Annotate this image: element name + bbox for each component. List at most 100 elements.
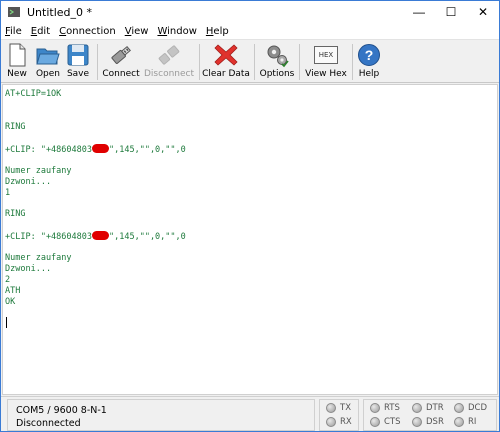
folder-open-icon bbox=[36, 48, 60, 65]
maximize-button[interactable]: ☐ bbox=[435, 1, 467, 23]
minimize-button[interactable]: — bbox=[403, 1, 435, 23]
terminal-line: 1 bbox=[5, 188, 11, 198]
terminal-output[interactable]: AT+CLIP=1OK RING +CLIP: "+48604803 ",145,… bbox=[2, 84, 498, 395]
cts-label: CTS bbox=[384, 417, 401, 427]
cts-led-icon bbox=[370, 417, 380, 427]
title-bar[interactable]: Untitled_0 * — ☐ ✕ bbox=[1, 1, 499, 23]
dcd-label: DCD bbox=[468, 403, 488, 413]
clear-data-button[interactable]: Clear Data bbox=[202, 42, 250, 82]
view-hex-button[interactable]: HEX View Hex bbox=[305, 42, 347, 82]
rts-indicator: RTS bbox=[370, 403, 400, 413]
terminal-line: Dzwoni... bbox=[5, 264, 52, 274]
terminal-line: RING bbox=[5, 209, 26, 219]
hex-icon-box: HEX bbox=[314, 46, 338, 64]
text-caret bbox=[6, 317, 7, 328]
terminal-line: +CLIP: "+48604803 ",145,"",0,"",0 bbox=[5, 144, 186, 155]
terminal-line: Numer zaufany bbox=[5, 253, 72, 263]
dsr-label: DSR bbox=[426, 417, 444, 427]
terminal-line: 2 bbox=[5, 275, 11, 285]
clear-data-label: Clear Data bbox=[202, 69, 250, 79]
dtr-label: DTR bbox=[426, 403, 444, 413]
status-bar: COM5 / 9600 8-N-1 Disconnected TX RX RTS… bbox=[1, 396, 499, 431]
rx-indicator: RX bbox=[326, 417, 352, 427]
ri-indicator: RI bbox=[454, 417, 476, 427]
gear-options-icon bbox=[267, 45, 289, 68]
terminal-line: RING bbox=[5, 122, 26, 132]
terminal-line: Dzwoni... bbox=[5, 177, 52, 187]
close-button[interactable]: ✕ bbox=[467, 1, 499, 23]
toolbar-separator bbox=[199, 44, 200, 80]
tx-led-icon bbox=[326, 403, 336, 413]
plug-connect-icon bbox=[111, 45, 131, 64]
tx-label: TX bbox=[340, 403, 352, 413]
new-button[interactable]: New bbox=[5, 42, 29, 82]
floppy-save-icon bbox=[67, 44, 89, 66]
menu-help[interactable]: Help bbox=[206, 26, 229, 37]
save-label: Save bbox=[66, 69, 90, 79]
terminal-line: ATH bbox=[5, 286, 21, 296]
rx-label: RX bbox=[340, 417, 352, 427]
connect-label: Connect bbox=[102, 69, 140, 79]
terminal-line: +CLIP: "+48604803 ",145,"",0,"",0 bbox=[5, 231, 186, 242]
options-label: Options bbox=[259, 69, 295, 79]
dcd-led-icon bbox=[454, 403, 464, 413]
dsr-led-icon bbox=[412, 417, 422, 427]
toolbar-separator bbox=[299, 44, 300, 80]
disconnect-label: Disconnect bbox=[144, 69, 194, 79]
menu-connection-label: onnection bbox=[66, 25, 116, 37]
menu-window[interactable]: Window bbox=[157, 26, 196, 37]
menu-edit[interactable]: Edit bbox=[31, 26, 50, 37]
clip-prefix: +CLIP: "+48604803 bbox=[5, 232, 92, 242]
ri-label: RI bbox=[468, 417, 477, 427]
port-settings-text: COM5 / 9600 8-N-1 bbox=[16, 405, 107, 416]
app-window: Untitled_0 * — ☐ ✕ File Edit Connection … bbox=[0, 0, 500, 432]
cts-indicator: CTS bbox=[370, 417, 401, 427]
connect-button[interactable]: Connect bbox=[102, 42, 140, 82]
menu-edit-label: dit bbox=[37, 25, 51, 37]
hex-icon: HEX bbox=[313, 42, 339, 68]
tx-rx-signal-group: TX RX bbox=[319, 399, 359, 431]
plug-disconnect-icon bbox=[158, 45, 180, 65]
help-button[interactable]: ? Help bbox=[356, 42, 382, 82]
redacted-digits bbox=[92, 144, 109, 153]
open-label: Open bbox=[35, 69, 61, 79]
window-title: Untitled_0 * bbox=[27, 5, 93, 19]
open-button[interactable]: Open bbox=[34, 42, 62, 82]
redacted-digits bbox=[92, 231, 109, 240]
rts-led-icon bbox=[370, 403, 380, 413]
menu-window-label: indow bbox=[167, 25, 197, 37]
toolbar-separator bbox=[352, 44, 353, 80]
menu-connection[interactable]: Connection bbox=[59, 26, 116, 37]
toolbar-separator bbox=[97, 44, 98, 80]
clear-x-icon bbox=[214, 44, 238, 66]
clip-prefix: +CLIP: "+48604803 bbox=[5, 145, 92, 155]
connection-status-panel: COM5 / 9600 8-N-1 Disconnected bbox=[7, 399, 315, 431]
disconnect-button[interactable]: Disconnect bbox=[144, 42, 194, 82]
new-document-icon bbox=[9, 43, 26, 67]
terminal-line: Numer zaufany bbox=[5, 166, 72, 176]
view-hex-label: View Hex bbox=[305, 69, 347, 79]
clip-suffix: ",145,"",0,"",0 bbox=[109, 145, 186, 155]
save-button[interactable]: Save bbox=[65, 42, 91, 82]
clip-suffix: ",145,"",0,"",0 bbox=[109, 232, 186, 242]
terminal-line: OK bbox=[5, 297, 16, 307]
tx-indicator: TX bbox=[326, 403, 351, 413]
close-icon: ✕ bbox=[477, 5, 489, 19]
connection-state-text: Disconnected bbox=[16, 418, 81, 429]
new-label: New bbox=[7, 69, 27, 79]
terminal-line: AT+CLIP=1OK bbox=[5, 89, 62, 99]
options-button[interactable]: Options bbox=[259, 42, 295, 82]
toolbar-separator bbox=[254, 44, 255, 80]
help-label: Help bbox=[358, 69, 380, 79]
menu-file[interactable]: File bbox=[5, 26, 22, 37]
rts-label: RTS bbox=[384, 403, 400, 413]
rx-led-icon bbox=[326, 417, 336, 427]
app-terminal-icon bbox=[8, 7, 20, 17]
ri-led-icon bbox=[454, 417, 464, 427]
line-signal-group: RTS CTS DTR DSR DCD RI bbox=[363, 399, 497, 431]
dtr-indicator: DTR bbox=[412, 403, 444, 413]
menu-bar: File Edit Connection View Window Help bbox=[1, 23, 499, 39]
minimize-icon: — bbox=[413, 5, 425, 19]
help-icon: ? bbox=[356, 42, 382, 68]
menu-view[interactable]: View bbox=[125, 26, 149, 37]
